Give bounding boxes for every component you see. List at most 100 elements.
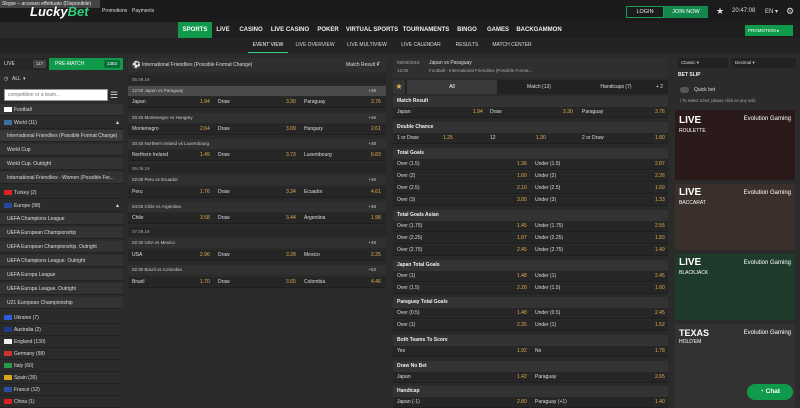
sidebar-item-ucl[interactable]: UEFA Champions League <box>0 213 123 225</box>
quick-bet-toggle[interactable] <box>680 87 689 93</box>
odd-draw[interactable]: 3.73 <box>286 150 296 161</box>
sidebar-item-world-cup-outright[interactable]: World Cup. Outright <box>0 158 123 170</box>
sidebar-all-filter[interactable]: ◷ ALL ▾ <box>0 73 123 85</box>
cat-live[interactable]: LIVE <box>212 22 234 38</box>
tab-prematch[interactable]: PRE-MATCH 1383 <box>49 58 123 70</box>
join-now-button[interactable]: JOIN NOW <box>664 6 708 18</box>
cat-backgammon[interactable]: BACKGAMMON <box>514 22 564 38</box>
odd-away[interactable]: 4.61 <box>371 187 381 198</box>
odd[interactable]: 1.69 <box>655 183 665 194</box>
sidebar-item-intl-friendlies[interactable]: International Friendlies (Possible Forma… <box>0 130 123 142</box>
match-header[interactable]: 02:30 Brazil vs Colombia +53 <box>128 265 386 275</box>
tab-live[interactable]: LIVE 117 <box>0 58 49 70</box>
market-title[interactable]: Total Goals <box>393 148 668 159</box>
odd[interactable]: 1.42 <box>517 372 527 383</box>
odd[interactable]: 2.20 <box>517 283 527 294</box>
odd[interactable]: 2.80 <box>517 397 527 408</box>
odd[interactable]: 3.05 <box>517 195 527 206</box>
odd-draw[interactable]: 3.30 <box>286 97 296 108</box>
odd[interactable]: 2.35 <box>517 320 527 331</box>
sidebar-item-germany[interactable]: Germany (58) <box>0 348 123 360</box>
sidebar-item-world-cup[interactable]: World Cup <box>0 144 123 156</box>
odd[interactable]: 1.48 <box>517 308 527 319</box>
sidebar-item-england[interactable]: England (130) <box>0 336 123 348</box>
promotion-button[interactable]: PROMOTION ▸ <box>745 25 793 36</box>
odd[interactable]: 1.30 <box>536 133 546 144</box>
sidebar-item-euro[interactable]: UEFA European Championship <box>0 227 123 239</box>
odd[interactable]: 1.52 <box>655 320 665 331</box>
market-title[interactable]: Total Goals Asian <box>393 210 668 221</box>
cat-poker[interactable]: POKER <box>312 22 344 38</box>
match-header[interactable]: 20:45 Northern Ireland vs Luxembourg +48 <box>128 139 386 149</box>
sidebar-item-ucl-outright[interactable]: UEFA Champions League. Outright <box>0 255 123 267</box>
tab-event-view[interactable]: EVENT VIEW <box>248 38 288 53</box>
market-title[interactable]: Double Chance <box>393 122 668 133</box>
odd-away[interactable]: 3.76 <box>371 97 381 108</box>
casino-promo-baccarat[interactable]: LIVE BACCARAT Evolution Gaming <box>675 184 795 250</box>
favorites-star-icon[interactable]: ★ <box>393 80 405 94</box>
odd-home[interactable]: 1.70 <box>200 277 210 288</box>
odd[interactable]: 1.36 <box>517 159 527 170</box>
market-title[interactable]: Draw No Bet <box>393 361 668 372</box>
odd[interactable]: 2.10 <box>517 183 527 194</box>
odd[interactable]: 3.76 <box>655 107 665 118</box>
odd[interactable]: 1.25 <box>443 133 453 144</box>
favorite-star-icon[interactable]: ★ <box>716 6 724 17</box>
sidebar-item-china[interactable]: China (1) <box>0 396 123 408</box>
market-title[interactable]: Match Result <box>393 96 668 107</box>
match-header[interactable]: 02:00 Peru vs Ecuador +46 <box>128 175 386 185</box>
match-header[interactable]: 20:45 Montenegro vs Hungary +46 <box>128 113 386 123</box>
odd-home[interactable]: 3.58 <box>200 213 210 224</box>
language-select[interactable]: EN ▾ <box>765 8 778 15</box>
tab-more[interactable]: + 2 <box>651 80 668 94</box>
odd[interactable]: 1.83 <box>655 233 665 244</box>
sidebar-item-turkey[interactable]: Turkey (2) <box>0 187 123 199</box>
odd[interactable]: 2.45 <box>655 308 665 319</box>
odd-away[interactable]: 2.61 <box>371 124 381 135</box>
cat-bingo[interactable]: BINGO <box>452 22 482 38</box>
odd[interactable]: 2.45 <box>655 271 665 282</box>
odd-home[interactable]: 2.64 <box>200 124 210 135</box>
odd[interactable]: 3.30 <box>563 107 573 118</box>
market-title[interactable]: Japan Total Goals <box>393 260 668 271</box>
market-title[interactable]: Both Teams To Score <box>393 335 668 346</box>
odd-away[interactable]: 6.83 <box>371 150 381 161</box>
market-title[interactable]: Handicap <box>393 386 668 397</box>
odd[interactable]: 1.60 <box>517 171 527 182</box>
odd[interactable]: 2.26 <box>655 171 665 182</box>
odds-format-select[interactable]: Decimal ▾ <box>732 58 796 68</box>
market-select[interactable]: Match Result ▾ <box>346 62 379 68</box>
sidebar-item-football[interactable]: Football <box>0 104 123 116</box>
casino-promo-roulette[interactable]: LIVE ROULETTE Evolution Gaming <box>675 110 795 180</box>
odd[interactable]: 2.45 <box>517 245 527 256</box>
tab-live-calendar[interactable]: LIVE CALENDAR <box>396 38 446 53</box>
market-title[interactable]: Paraguay Total Goals <box>393 297 668 308</box>
odd-home[interactable]: 1.94 <box>200 97 210 108</box>
cat-games[interactable]: GAMES <box>482 22 514 38</box>
odd-away[interactable]: 1.98 <box>371 213 381 224</box>
menu-icon[interactable]: ☰ <box>110 89 118 101</box>
cat-virtual-sports[interactable]: VIRTUAL SPORTS <box>344 22 400 38</box>
odd[interactable]: 1.87 <box>517 233 527 244</box>
sidebar-item-italy[interactable]: Italy (60) <box>0 360 123 372</box>
odd-away[interactable]: 4.46 <box>371 277 381 288</box>
odd[interactable]: 2.55 <box>655 221 665 232</box>
site-logo[interactable]: LuckyBet <box>30 5 89 19</box>
casino-promo-blackjack[interactable]: LIVE BLACKJACK Evolution Gaming <box>675 254 795 320</box>
sidebar-item-france[interactable]: France (12) <box>0 384 123 396</box>
sidebar-item-euro-outright[interactable]: UEFA European Championship. Outright <box>0 241 123 253</box>
tab-live-overview[interactable]: LIVE OVERVIEW <box>290 38 340 53</box>
cat-tournaments[interactable]: TOURNAMENTS <box>400 22 452 38</box>
chat-button[interactable]: ◔ Chat <box>747 384 793 400</box>
odd-draw[interactable]: 3.65 <box>286 277 296 288</box>
tab-live-multiview[interactable]: LIVE MULTIVIEW <box>342 38 392 53</box>
odd[interactable]: 1.45 <box>517 221 527 232</box>
cat-live-casino[interactable]: LIVE CASINO <box>268 22 312 38</box>
match-header[interactable]: 04:00 Chile vs Argentina +48 <box>128 202 386 212</box>
tab-match[interactable]: Match (13) <box>499 80 579 94</box>
odd[interactable]: 1.33 <box>655 195 665 206</box>
odd[interactable]: 1.80 <box>655 133 665 144</box>
cat-sports[interactable]: SPORTS <box>178 22 212 38</box>
odd[interactable]: 1.40 <box>655 397 665 408</box>
promotions-link[interactable]: Promotions <box>102 8 127 14</box>
